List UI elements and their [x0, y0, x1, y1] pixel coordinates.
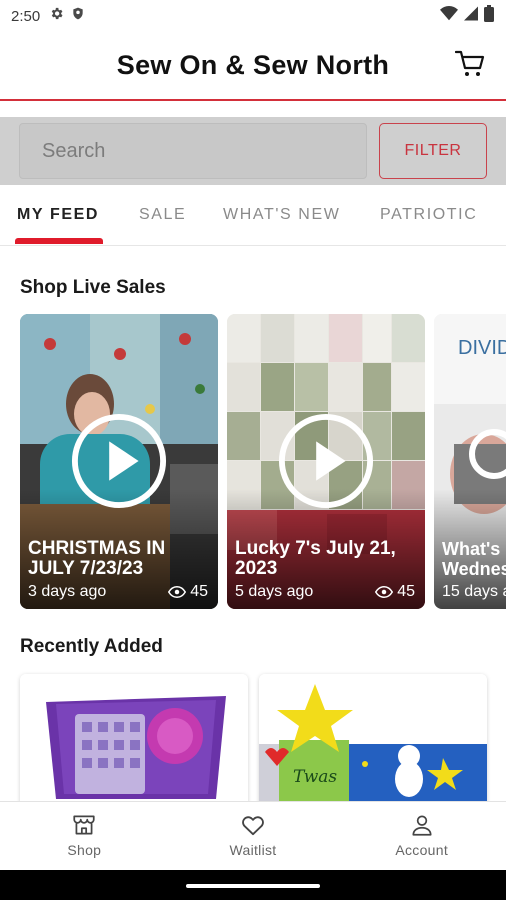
tab-sale[interactable]: SALE — [139, 206, 186, 224]
eye-icon — [168, 586, 187, 598]
product-image — [20, 674, 248, 814]
live-sale-meta: 5 days ago 45 — [235, 583, 415, 601]
gear-icon — [49, 6, 64, 26]
live-sale-age: 3 days ago — [28, 583, 107, 600]
active-tab-indicator — [15, 238, 103, 244]
live-sale-title: What's New Wednesday 7/12/23 — [442, 539, 506, 579]
nav-item-account[interactable]: Account — [337, 802, 506, 870]
view-count-value: 45 — [397, 583, 415, 600]
filter-button[interactable]: FILTER — [379, 123, 487, 179]
live-sale-card[interactable]: CHRISTMAS IN JULY 7/23/23 3 days ago 45 — [20, 314, 218, 609]
store-icon — [73, 815, 95, 835]
header-divider — [0, 99, 506, 101]
live-sale-title: CHRISTMAS IN JULY 7/23/23 — [28, 538, 166, 579]
home-gesture-handle[interactable] — [186, 884, 320, 888]
app-header: Sew On & Sew North — [0, 32, 506, 99]
tab-my-feed[interactable]: MY FEED — [17, 206, 99, 224]
live-sale-card[interactable]: DIVID What's New Wednesday 7/12/23 15 da… — [434, 314, 506, 609]
svg-text:Twas: Twas — [293, 767, 337, 787]
product-card[interactable] — [20, 674, 248, 814]
svg-text:DIVID: DIVID — [458, 337, 506, 359]
view-count-value: 45 — [190, 583, 208, 600]
live-sale-age: 15 days ago — [442, 583, 506, 600]
live-sales-heading: Shop Live Sales — [20, 277, 166, 298]
recently-added-heading: Recently Added — [20, 636, 163, 657]
search-bar: FILTER — [0, 117, 506, 185]
search-input[interactable] — [19, 123, 367, 179]
app-title: Sew On & Sew North — [116, 50, 390, 80]
tab-patriotic[interactable]: PATRIOTIC — [380, 206, 477, 224]
cart-icon — [455, 50, 485, 76]
live-sale-card[interactable]: Lucky 7's July 21, 2023 5 days ago 45 — [227, 314, 425, 609]
tab-whats-new[interactable]: WHAT'S NEW — [223, 206, 340, 224]
view-count: 45 — [168, 583, 208, 601]
status-time: 2:50 — [11, 7, 41, 25]
category-tabs: MY FEED SALE WHAT'S NEW PATRIOTIC — [0, 186, 506, 246]
eye-icon — [375, 586, 394, 598]
play-icon — [278, 413, 374, 509]
bottom-nav: Shop Waitlist Account — [0, 801, 506, 870]
live-sale-meta: 15 days ago — [442, 583, 506, 601]
person-icon — [412, 815, 432, 836]
wifi-icon — [440, 6, 458, 26]
view-count: 45 — [375, 583, 415, 601]
battery-icon — [484, 5, 494, 27]
nav-item-waitlist[interactable]: Waitlist — [169, 802, 338, 870]
nav-label-shop: Shop — [67, 842, 102, 858]
cell-signal-icon — [464, 6, 478, 26]
nav-item-shop[interactable]: Shop — [0, 802, 169, 870]
product-image: Twas — [259, 674, 487, 814]
nav-label-account: Account — [395, 842, 449, 858]
live-sale-meta: 3 days ago 45 — [28, 583, 208, 601]
live-sale-title: Lucky 7's July 21, 2023 — [235, 538, 396, 579]
play-icon — [71, 413, 167, 509]
live-sale-age: 5 days ago — [235, 583, 314, 600]
product-card[interactable]: Twas — [259, 674, 487, 814]
heart-icon — [242, 816, 264, 836]
shield-icon — [71, 6, 85, 26]
system-gesture-bar — [0, 870, 506, 900]
nav-label-waitlist: Waitlist — [229, 842, 277, 858]
cart-button[interactable] — [454, 48, 486, 80]
status-bar: 2:50 — [0, 0, 506, 32]
